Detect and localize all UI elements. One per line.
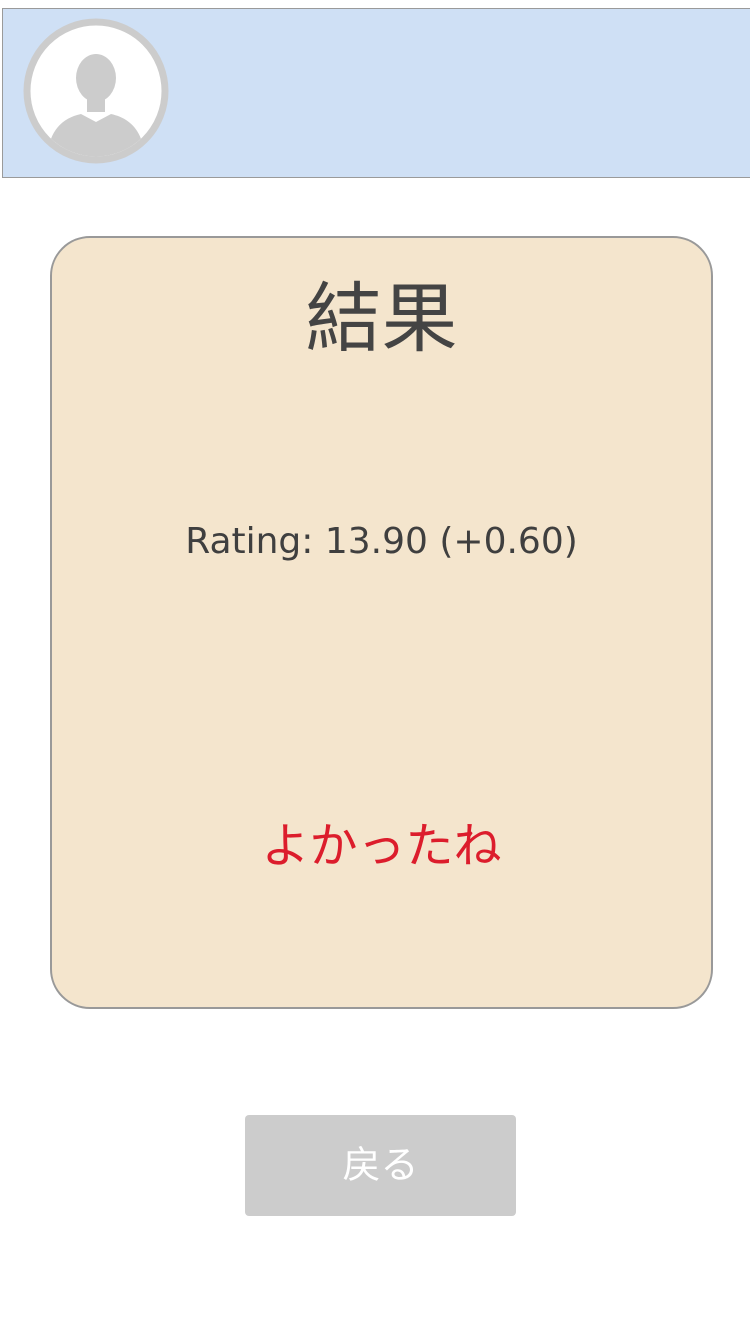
back-button[interactable]: 戻る — [245, 1115, 516, 1216]
result-title: 結果 — [305, 274, 458, 363]
rating-text: Rating: 13.90 (+0.60) — [185, 521, 578, 562]
user-avatar-icon — [23, 18, 169, 164]
header-bar — [2, 8, 750, 178]
avatar[interactable] — [23, 18, 169, 164]
result-message: よかったね — [261, 818, 502, 874]
result-card: 結果 Rating: 13.90 (+0.60) よかったね — [50, 236, 713, 1009]
